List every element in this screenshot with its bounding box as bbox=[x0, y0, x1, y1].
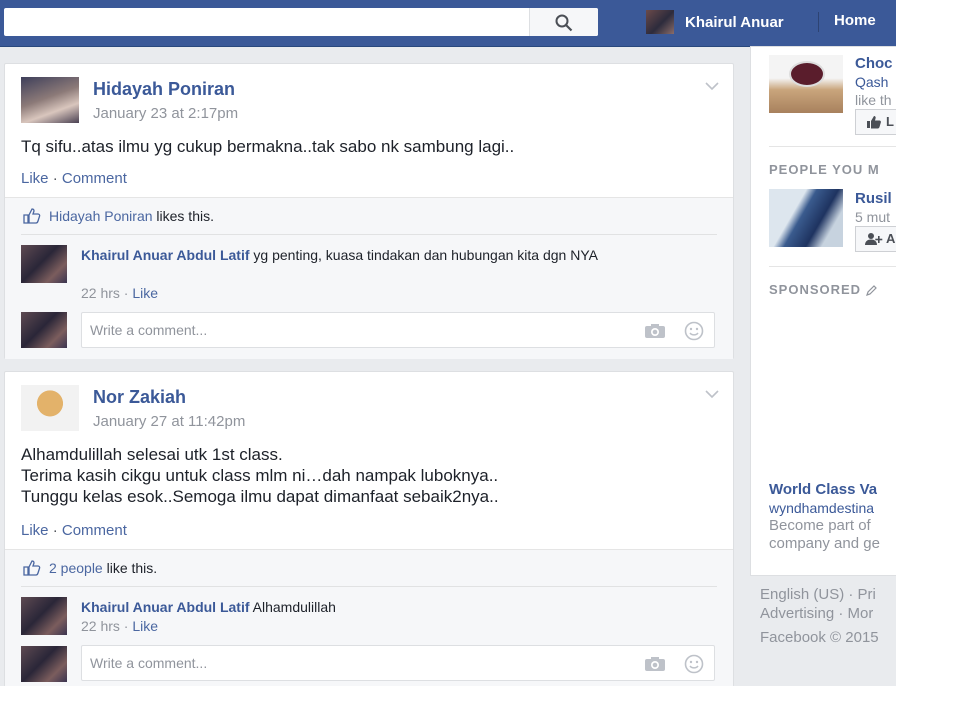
ad-text-line2: company and ge bbox=[769, 535, 880, 552]
footer-languages[interactable]: English (US) · Pri bbox=[760, 586, 876, 603]
ad-title[interactable]: World Class Va bbox=[769, 481, 877, 498]
page-thumbnail[interactable] bbox=[769, 55, 843, 113]
add-friend-label: A bbox=[886, 231, 896, 246]
mutual-friends[interactable]: 5 mut bbox=[855, 209, 890, 225]
sponsored-header: SPONSORED bbox=[769, 282, 878, 297]
post-timestamp[interactable]: January 23 at 2:17pm bbox=[93, 105, 238, 122]
top-nav-bar: Khairul Anuar Home bbox=[0, 0, 896, 47]
write-comment-placeholder: Write a comment... bbox=[90, 655, 208, 671]
ad-domain[interactable]: wyndhamdestina bbox=[769, 500, 874, 516]
post-text: Tq sifu..atas ilmu yg cukup bermakna..ta… bbox=[21, 137, 515, 156]
post-timestamp[interactable]: January 27 at 11:42pm bbox=[93, 413, 245, 430]
avatar[interactable] bbox=[21, 245, 67, 283]
search-input[interactable] bbox=[4, 8, 598, 36]
divider bbox=[769, 146, 896, 147]
thumbs-up-icon bbox=[23, 560, 41, 576]
avatar bbox=[21, 646, 67, 682]
comment-time[interactable]: 22 hrs bbox=[81, 285, 120, 301]
comment-section: Hidayah Poniran likes this. Khairul Anua… bbox=[5, 197, 733, 359]
post-actions: Like · Comment bbox=[21, 522, 127, 539]
suggested-page-name[interactable]: Choc bbox=[855, 55, 893, 72]
likes-suffix: likes this. bbox=[156, 208, 214, 224]
post-author[interactable]: Hidayah Poniran bbox=[93, 79, 235, 100]
add-friend-button[interactable]: A bbox=[855, 226, 896, 252]
search-icon bbox=[555, 14, 573, 32]
comment-link[interactable]: Comment bbox=[62, 170, 127, 187]
likes-suffix: like this. bbox=[106, 560, 158, 576]
search-button[interactable] bbox=[529, 8, 598, 36]
chevron-down-icon[interactable] bbox=[705, 389, 719, 399]
comment-item: Khairul Anuar Abdul Latif Alhamdulillah bbox=[81, 598, 711, 616]
avatar[interactable] bbox=[21, 385, 79, 431]
thumbs-up-icon bbox=[867, 116, 881, 129]
post-author[interactable]: Nor Zakiah bbox=[93, 387, 186, 408]
avatar[interactable] bbox=[21, 597, 67, 635]
likes-names[interactable]: Hidayah Poniran bbox=[49, 208, 153, 224]
sponsored-heading: SPONSORED bbox=[769, 282, 862, 297]
like-page-label: L bbox=[886, 114, 894, 129]
people-you-may-know-heading: PEOPLE YOU M bbox=[769, 162, 880, 177]
camera-icon[interactable] bbox=[644, 323, 666, 339]
divider bbox=[21, 586, 717, 587]
comment-author[interactable]: Khairul Anuar Abdul Latif bbox=[81, 599, 250, 615]
post-card: Hidayah Poniran January 23 at 2:17pm Tq … bbox=[4, 63, 734, 359]
likes-names[interactable]: 2 people bbox=[49, 560, 103, 576]
write-comment-input[interactable]: Write a comment... bbox=[81, 312, 715, 348]
comment-author[interactable]: Khairul Anuar Abdul Latif bbox=[81, 247, 250, 263]
right-sidebar: Choc Qash like th L PEOPLE YOU M Rusil 5… bbox=[748, 46, 896, 686]
footer-links[interactable]: Advertising · Mor bbox=[760, 605, 873, 622]
post-actions: Like · Comment bbox=[21, 170, 127, 187]
comment-like-link[interactable]: Like bbox=[132, 618, 158, 634]
post-card: Nor Zakiah January 27 at 11:42pm Alhamdu… bbox=[4, 371, 734, 686]
avatar[interactable] bbox=[769, 189, 843, 247]
chevron-down-icon[interactable] bbox=[705, 81, 719, 91]
profile-name: Khairul Anuar bbox=[685, 13, 784, 31]
profile-link[interactable]: Khairul Anuar bbox=[646, 10, 784, 34]
emoji-icon[interactable] bbox=[684, 321, 704, 341]
avatar[interactable] bbox=[21, 77, 79, 123]
comment-item: Khairul Anuar Abdul Latif yg penting, ku… bbox=[81, 246, 711, 264]
comment-meta: 22 hrs · Like bbox=[81, 618, 159, 634]
comment-time[interactable]: 22 hrs bbox=[81, 618, 120, 634]
comment-section: 2 people like this. Khairul Anuar Abdul … bbox=[5, 549, 733, 686]
add-friend-icon bbox=[865, 233, 883, 245]
thumbs-up-icon bbox=[23, 208, 41, 224]
post-text: Alhamdulillah selesai utk 1st class. Ter… bbox=[21, 445, 499, 506]
comment-meta: 22 hrs · Like bbox=[81, 285, 159, 301]
ad-text-line1: Become part of bbox=[769, 517, 871, 534]
home-link[interactable]: Home bbox=[834, 12, 876, 29]
suggested-page-meta: like th bbox=[855, 92, 892, 108]
camera-icon[interactable] bbox=[644, 656, 666, 672]
person-name[interactable]: Rusil bbox=[855, 190, 892, 207]
page-logo bbox=[789, 61, 825, 87]
facebook-screen: Khairul Anuar Home Hidayah Poniran Janua… bbox=[0, 0, 896, 686]
like-link[interactable]: Like bbox=[21, 522, 49, 539]
write-comment-placeholder: Write a comment... bbox=[90, 322, 208, 338]
write-comment-input[interactable]: Write a comment... bbox=[81, 645, 715, 681]
divider bbox=[769, 266, 896, 267]
comment-text: Alhamdulillah bbox=[252, 599, 336, 615]
divider bbox=[21, 234, 717, 235]
nav-divider bbox=[818, 12, 819, 32]
avatar bbox=[646, 10, 674, 34]
comment-text: yg penting, kuasa tindakan dan hubungan … bbox=[253, 247, 598, 263]
likes-summary: Hidayah Poniran likes this. bbox=[23, 208, 214, 224]
comment-like-link[interactable]: Like bbox=[132, 285, 158, 301]
sidebar-card: Choc Qash like th L PEOPLE YOU M Rusil 5… bbox=[750, 46, 896, 576]
like-link[interactable]: Like bbox=[21, 170, 49, 187]
suggested-page-subtitle[interactable]: Qash bbox=[855, 74, 888, 90]
emoji-icon[interactable] bbox=[684, 654, 704, 674]
edit-pencil-icon[interactable] bbox=[866, 284, 878, 296]
likes-summary: 2 people like this. bbox=[23, 560, 157, 576]
footer-copyright: Facebook © 2015 bbox=[760, 629, 879, 646]
avatar bbox=[21, 312, 67, 348]
comment-link[interactable]: Comment bbox=[62, 522, 127, 539]
like-page-button[interactable]: L bbox=[855, 109, 896, 135]
